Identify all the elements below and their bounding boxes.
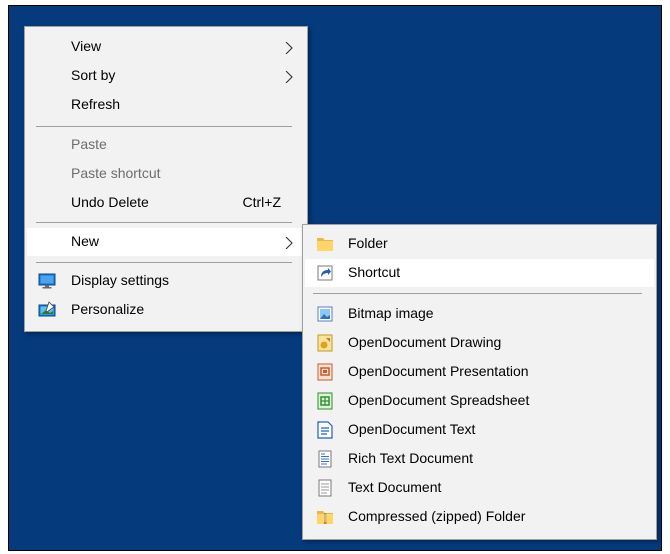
ods-label: OpenDocument Spreadsheet bbox=[348, 392, 530, 408]
shortcut-icon bbox=[316, 264, 334, 282]
new-item-rich-text-document[interactable]: Rich Text Document bbox=[305, 445, 654, 473]
new-item-bitmap-image[interactable]: Bitmap image bbox=[305, 300, 654, 328]
sort-by-label: Sort by bbox=[71, 67, 116, 83]
odp-label: OpenDocument Presentation bbox=[348, 363, 529, 379]
menu-item-new[interactable]: New bbox=[27, 228, 305, 256]
new-item-compressed-folder[interactable]: Compressed (zipped) Folder bbox=[305, 503, 654, 531]
undo-delete-shortcut: Ctrl+Z bbox=[242, 194, 282, 210]
odt-label: OpenDocument Text bbox=[348, 421, 476, 437]
menu-item-paste: Paste bbox=[27, 131, 305, 159]
zip-folder-icon bbox=[316, 508, 334, 526]
menu-item-undo-delete[interactable]: Undo Delete Ctrl+Z bbox=[27, 189, 305, 217]
new-item-opendocument-presentation[interactable]: OpenDocument Presentation bbox=[305, 358, 654, 386]
monitor-icon bbox=[38, 272, 56, 290]
compressed-folder-label: Compressed (zipped) Folder bbox=[348, 508, 526, 524]
paste-label: Paste bbox=[71, 136, 107, 152]
odt-icon bbox=[316, 421, 334, 439]
menu-separator bbox=[36, 222, 292, 223]
folder-label: Folder bbox=[348, 235, 388, 251]
new-item-opendocument-drawing[interactable]: OpenDocument Drawing bbox=[305, 329, 654, 357]
ods-icon bbox=[316, 392, 334, 410]
new-label: New bbox=[71, 233, 100, 249]
view-label: View bbox=[71, 38, 102, 54]
menu-separator bbox=[36, 262, 292, 263]
chevron-right-icon bbox=[283, 70, 295, 84]
chevron-right-icon bbox=[283, 236, 295, 250]
paste-shortcut-label: Paste shortcut bbox=[71, 165, 161, 181]
odg-icon bbox=[316, 334, 334, 352]
display-settings-label: Display settings bbox=[71, 272, 170, 288]
menu-separator bbox=[313, 293, 642, 294]
undo-delete-label: Undo Delete bbox=[71, 194, 149, 210]
text-document-icon bbox=[316, 479, 334, 497]
refresh-label: Refresh bbox=[71, 96, 121, 112]
menu-item-paste-shortcut: Paste shortcut bbox=[27, 160, 305, 188]
folder-icon bbox=[316, 235, 334, 253]
menu-item-personalize[interactable]: Personalize bbox=[27, 296, 305, 324]
text-document-label: Text Document bbox=[348, 479, 442, 495]
menu-separator bbox=[36, 126, 292, 127]
rtf-icon bbox=[316, 450, 334, 468]
new-submenu: Folder Shortcut Bitmap image OpenDocumen… bbox=[302, 224, 657, 540]
new-item-text-document[interactable]: Text Document bbox=[305, 474, 654, 502]
menu-item-sort-by[interactable]: Sort by bbox=[27, 62, 305, 90]
bitmap-image-icon bbox=[316, 305, 334, 323]
personalize-icon bbox=[38, 301, 56, 319]
new-item-opendocument-spreadsheet[interactable]: OpenDocument Spreadsheet bbox=[305, 387, 654, 415]
menu-item-view[interactable]: View bbox=[27, 33, 305, 61]
shortcut-label: Shortcut bbox=[348, 264, 401, 280]
new-item-opendocument-text[interactable]: OpenDocument Text bbox=[305, 416, 654, 444]
bitmap-image-label: Bitmap image bbox=[348, 305, 434, 321]
odp-icon bbox=[316, 363, 334, 381]
chevron-right-icon bbox=[283, 41, 295, 55]
menu-item-refresh[interactable]: Refresh bbox=[27, 91, 305, 119]
odg-label: OpenDocument Drawing bbox=[348, 334, 502, 350]
new-item-shortcut[interactable]: Shortcut bbox=[305, 259, 654, 287]
new-item-folder[interactable]: Folder bbox=[305, 230, 654, 258]
menu-item-display-settings[interactable]: Display settings bbox=[27, 267, 305, 295]
desktop-context-menu: View Sort by Refresh Paste Paste shortcu… bbox=[24, 26, 308, 332]
rtf-label: Rich Text Document bbox=[348, 450, 474, 466]
personalize-label: Personalize bbox=[71, 301, 145, 317]
